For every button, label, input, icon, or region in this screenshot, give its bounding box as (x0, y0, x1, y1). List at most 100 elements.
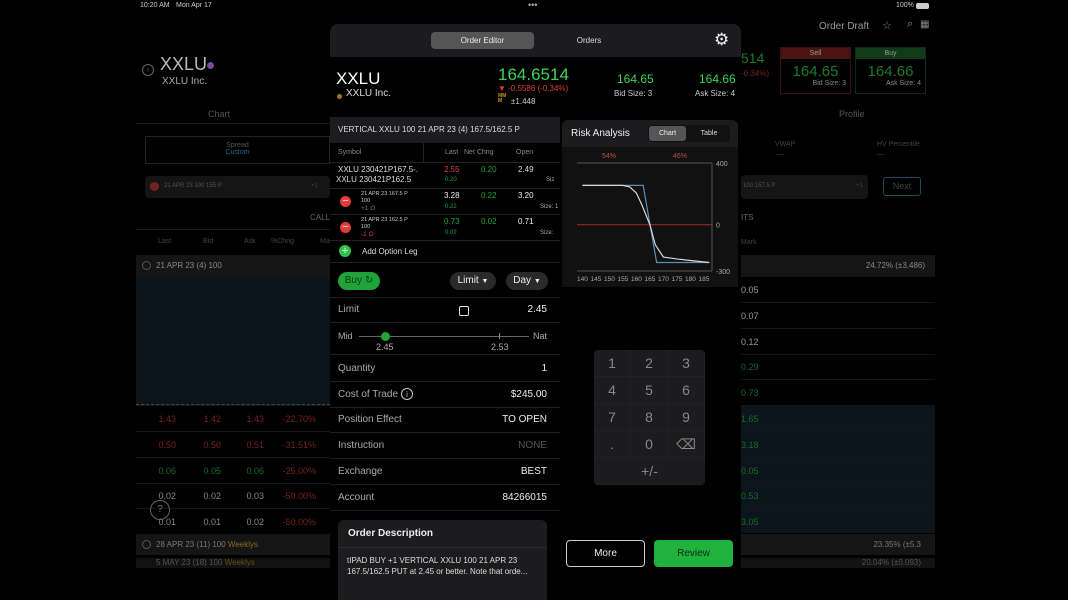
risk-tab-chart[interactable]: Chart (649, 126, 686, 141)
leg-last: 3.28 (444, 191, 460, 200)
bg-group-header-3[interactable]: 5 MAY 23 (18) 100 Weeklys (136, 558, 330, 568)
tif-dropdown[interactable]: Day ▼ (506, 272, 548, 290)
buy-button[interactable]: Buy 164.66 Ask Size: 4 (855, 47, 926, 94)
field-value[interactable]: 1 (541, 363, 547, 374)
buy-label: Buy (856, 48, 925, 59)
keypad-key[interactable]: 4 (594, 377, 631, 404)
grid-icon[interactable]: ▦ (920, 19, 929, 30)
limit-label: Limit (338, 304, 360, 315)
bg-option-row-right[interactable]: 0.53 (741, 483, 935, 510)
search-icon[interactable]: ⌕ (907, 18, 913, 31)
keypad-key[interactable]: . (594, 431, 631, 458)
settings-gear-icon[interactable]: ⚙ (714, 31, 729, 48)
sell-button[interactable]: Sell 164.65 Bid Size: 3 (780, 47, 851, 94)
field-value[interactable]: TO OPEN (502, 414, 547, 425)
field-value[interactable]: $245.00 (511, 389, 547, 400)
bg-option-row[interactable]: 0.06 0.05 0.06 -25.00% (136, 458, 330, 484)
watchlist-add-icon[interactable]: ☆ (882, 19, 892, 32)
field-value[interactable]: 84266015 (503, 492, 548, 503)
keypad-key[interactable]: 5 (631, 377, 668, 404)
risk-tab-group: Chart Table (648, 125, 730, 142)
bg-option-row-right[interactable]: 0.29 (741, 354, 935, 381)
limit-price-row[interactable]: Limit 2.45 (330, 297, 560, 323)
x-tick-label: 165 (644, 276, 655, 283)
bg-spread-box[interactable]: Spread Custom (145, 136, 330, 164)
y-tick-label: -300 (716, 269, 730, 276)
field-label: Quantity (338, 363, 376, 374)
leg-size: Size: (540, 230, 554, 236)
bg-option-row-right[interactable]: 3.18 (741, 432, 935, 458)
keypad-key[interactable]: 6 (668, 377, 705, 404)
divider (136, 123, 330, 124)
field-value[interactable]: NONE (518, 440, 547, 451)
review-button[interactable]: Review (654, 540, 733, 567)
field-quantity[interactable]: Quantity 1 (330, 356, 560, 382)
spread-row[interactable]: XXLU 230421P167.5-. XXLU 230421P162.5 2.… (330, 163, 560, 189)
bg-option-row[interactable]: 0.50 0.50 0.51 -31.51% (136, 432, 330, 458)
modal-header: Order Editor Orders ⚙ (330, 24, 741, 57)
group-tag: Weeklys (227, 540, 259, 549)
bg-option-row-right[interactable]: 3.05 (741, 509, 935, 536)
next-button[interactable]: Next (883, 177, 921, 196)
risk-tab-table[interactable]: Table (690, 126, 728, 141)
back-icon[interactable]: › (142, 64, 154, 76)
bg-tab-chart[interactable]: Chart (208, 109, 230, 119)
option-leg-row[interactable]: – 21 APR 23 167.5 P 100 +1 O 3.28 0.22 0.22 3.2… (330, 189, 560, 215)
bg-leg-left[interactable]: 21 APR 23 100 155 P +1 (145, 176, 330, 198)
field-position-effect[interactable]: Position Effect TO OPEN (330, 407, 560, 434)
keypad-key[interactable]: 0 (631, 431, 668, 458)
strategy-header[interactable]: VERTICAL XXLU 100 21 APR 23 (4) 167.5/16… (330, 117, 560, 143)
bg-itm-shade-left (136, 277, 330, 405)
bg-group-header-1[interactable]: 21 APR 23 (4) 100 (136, 255, 330, 277)
bg-option-row-right[interactable]: 0.73 (741, 380, 935, 407)
remove-leg-icon[interactable] (150, 182, 159, 191)
buy-price: 164.66 (867, 63, 914, 80)
remove-leg-icon[interactable]: – (340, 222, 351, 233)
field-value[interactable]: BEST (521, 466, 547, 477)
bg-option-row-right[interactable]: 0.05 (741, 277, 935, 303)
leg-qty: -1 O (361, 231, 374, 238)
price-slider[interactable]: Mid 2.45 2.53 Nat (330, 323, 560, 355)
lock-open-icon[interactable] (459, 306, 469, 316)
cell-mark: 0.73 (741, 388, 759, 399)
bg-option-row-right[interactable]: 1.65 (741, 406, 935, 432)
limit-value[interactable]: 2.45 (528, 304, 547, 315)
keypad-key[interactable]: +/- (594, 458, 705, 485)
tab-order-editor[interactable]: Order Editor (431, 32, 534, 49)
vwap-value: — (777, 151, 784, 158)
field-instruction[interactable]: Instruction NONE (330, 433, 560, 460)
bg-group-header-2[interactable]: 28 APR 23 (11) 100 Weeklys (136, 535, 330, 555)
help-button[interactable]: ? (150, 500, 170, 520)
sell-size: Bid Size: 3 (812, 80, 846, 87)
bg-option-row[interactable]: 1.43 1.42 1.43 -22.70% (136, 406, 330, 432)
field-cost-of-trade[interactable]: Cost of Trade i $245.00 (330, 382, 560, 408)
tab-orders[interactable]: Orders (535, 32, 643, 49)
bg-option-row-right[interactable]: 0.12 (741, 329, 935, 355)
keypad-key[interactable]: 8 (631, 404, 668, 431)
keypad-key[interactable]: 3 (668, 350, 705, 377)
multitask-dots[interactable]: ••• (528, 0, 537, 10)
keypad-key[interactable]: 2 (631, 350, 668, 377)
order-description-card[interactable]: Order Description tIPAD BUY +1 VERTICAL … (338, 520, 547, 600)
add-option-leg-button[interactable]: + Add Option Leg (330, 241, 560, 263)
remove-leg-icon[interactable]: – (340, 196, 351, 207)
bg-option-row-right[interactable]: 0.05 (741, 458, 935, 484)
keypad-key[interactable]: 9 (668, 404, 705, 431)
backspace-key[interactable]: ⌫ (668, 431, 705, 458)
field-exchange[interactable]: Exchange BEST (330, 459, 560, 485)
field-account[interactable]: Account 84266015 (330, 485, 560, 511)
slider-thumb[interactable] (381, 332, 390, 341)
side-toggle-buy[interactable]: Buy ↻ (338, 272, 380, 290)
keypad-key[interactable]: 1 (594, 350, 631, 377)
bg-option-row-right[interactable]: 0.07 (741, 303, 935, 329)
bg-tab-profile[interactable]: Profile (839, 109, 865, 119)
info-icon[interactable]: i (401, 387, 413, 400)
ask-size: Ask Size: 4 (695, 89, 736, 98)
more-button[interactable]: More (566, 540, 645, 567)
leg-qty: +1 (856, 183, 863, 189)
keypad: 1 2 3 4 5 6 7 8 9. 0 ⌫ +/- (594, 350, 705, 485)
bg-leg-right[interactable]: 100 157.5 P +1 (741, 175, 868, 199)
keypad-key[interactable]: 7 (594, 404, 631, 431)
order-type-dropdown[interactable]: Limit ▼ (450, 272, 496, 290)
option-leg-row[interactable]: – 21 APR 23 162.5 P 100 -1 O 0.73 0.02 0.02 0.7… (330, 215, 560, 241)
